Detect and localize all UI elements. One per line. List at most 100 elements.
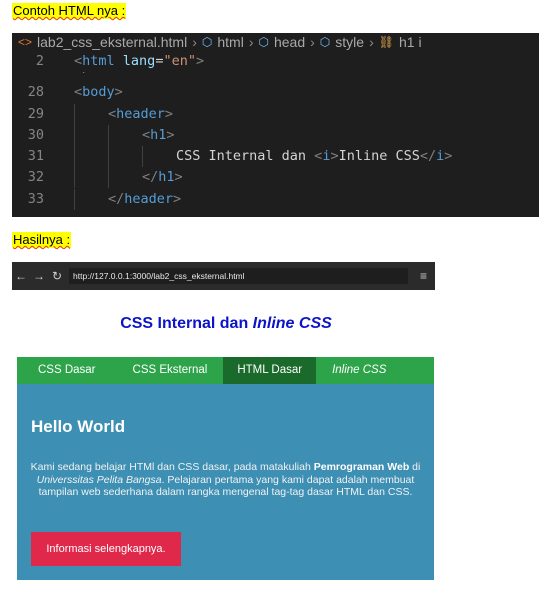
code-area[interactable]: 2 <html lang="en"> 27 </head> 28 <body> … — [12, 51, 539, 210]
hero-title: Hello World — [31, 417, 126, 436]
code-token: Inline CSS — [338, 148, 420, 165]
code-token: lang — [122, 53, 156, 69]
box-icon: ⬡ — [319, 35, 331, 49]
code-line: 29 <header> — [12, 103, 539, 125]
hero-text-bold: Pemrograman Web — [313, 461, 410, 473]
code-token: < — [108, 105, 117, 122]
code-text-peek: </head> — [44, 72, 131, 82]
hero-text-italic: Universsitas Pelita Bangsa — [36, 473, 162, 486]
arrow-left-icon[interactable]: ← — [12, 269, 30, 283]
line-number: 28 — [27, 84, 44, 101]
chevron-right-icon: › — [248, 34, 254, 50]
code-token: </ — [142, 169, 159, 186]
code-token: header — [124, 190, 174, 207]
hero-text-part: di — [409, 461, 421, 473]
breadcrumb-head[interactable]: head — [274, 34, 305, 50]
code-token: html — [82, 53, 115, 69]
html-file-icon: <> — [18, 35, 33, 49]
page-title: CSS Internal dan Inline CSS — [0, 315, 452, 333]
editor-breadcrumb: <> lab2_css_eksternal.html › ⬡ html › ⬡ … — [12, 33, 539, 51]
code-token: > — [166, 126, 175, 143]
breadcrumb-html[interactable]: html — [217, 34, 243, 50]
hero-text-part: Kami sedang belajar HTMl dan CSS dasar, … — [30, 461, 314, 473]
indent-guide — [74, 124, 108, 146]
code-token: > — [174, 169, 183, 186]
indent-guide — [74, 146, 108, 168]
code-line: 27 </head> — [12, 72, 539, 82]
arrow-right-icon[interactable]: → — [30, 269, 48, 283]
code-token: > — [173, 190, 182, 207]
example-label: Contoh HTML nya : — [12, 3, 127, 19]
line-number: 27 — [12, 72, 44, 82]
hero-text: Kami sedang belajar HTMl dan CSS dasar, … — [23, 461, 428, 499]
line-number: 33 — [27, 190, 44, 207]
code-text: </h1> — [44, 167, 183, 189]
code-token: </ — [419, 148, 437, 165]
code-token: > — [444, 148, 453, 165]
code-text: <body> — [44, 82, 123, 103]
page-title-italic: Inline CSS — [252, 315, 332, 332]
code-line: 31 CSS Internal dan <i>Inline CSS</i> — [12, 146, 539, 168]
nav-item-inline-css[interactable]: Inline CSS — [316, 357, 402, 384]
menu-icon[interactable]: ≡ — [420, 269, 427, 283]
box-icon: ⬡ — [258, 35, 269, 49]
code-line: 32 </h1> — [12, 167, 539, 189]
code-token: "en" — [163, 53, 196, 69]
nav-item-css-dasar[interactable]: CSS Dasar — [17, 357, 117, 384]
indent-guide — [74, 103, 108, 125]
line-number: 29 — [27, 105, 44, 122]
code-line: 28 <body> — [12, 82, 539, 103]
indent-guide — [108, 167, 142, 189]
code-text: </header> — [44, 188, 182, 210]
nav-item-css-eksternal[interactable]: CSS Eksternal — [117, 357, 224, 384]
code-line: 2 <html lang="en"> — [12, 51, 539, 73]
breadcrumb-h1i[interactable]: h1 i — [399, 34, 422, 50]
breadcrumb-file[interactable]: lab2_css_eksternal.html — [37, 34, 187, 50]
line-number: 2 — [35, 53, 44, 69]
code-token: < — [142, 126, 151, 143]
page-title-text: CSS Internal dan — [120, 315, 253, 332]
code-token: > — [164, 105, 174, 122]
code-token: > — [114, 84, 123, 101]
nav-item-html-dasar[interactable]: HTML Dasar — [223, 357, 317, 384]
box-icon: ⬡ — [201, 35, 213, 49]
code-text: <html lang="en"> — [44, 51, 204, 72]
code-token: header — [116, 105, 165, 122]
code-text: CSS Internal dan <i>Inline CSS</i> — [44, 146, 453, 168]
code-token: h1 — [158, 169, 175, 186]
line-number: 32 — [27, 169, 44, 186]
browser-toolbar: ← → ↻ http://127.0.0.1:3000/lab2_css_eks… — [12, 262, 435, 290]
indent-guide — [74, 167, 108, 189]
code-token: > — [330, 148, 339, 165]
result-label: Hasilnya : — [12, 232, 72, 248]
indent-guide — [108, 146, 142, 168]
code-line: 33 </header> — [12, 188, 539, 210]
code-editor: <> lab2_css_eksternal.html › ⬡ html › ⬡ … — [12, 33, 539, 217]
site-nav: CSS Dasar CSS Eksternal HTML Dasar Inlin… — [17, 357, 434, 384]
reload-icon[interactable]: ↻ — [48, 269, 66, 283]
code-token: </ — [108, 190, 125, 207]
indent-guide — [74, 188, 108, 210]
indent-guide — [108, 124, 142, 146]
line-number: 30 — [27, 126, 44, 143]
code-token: h1 — [150, 126, 167, 143]
hero-section: Hello World Kami sedang belajar HTMl dan… — [17, 384, 434, 580]
code-token: > — [195, 53, 205, 69]
code-token: CSS Internal dan — [176, 148, 315, 165]
code-text: <h1> — [44, 124, 175, 146]
code-token: body — [82, 84, 115, 101]
code-token: < — [74, 53, 83, 69]
code-line: 30 <h1> — [12, 124, 539, 146]
chevron-right-icon: › — [310, 34, 315, 50]
more-info-button[interactable]: Informasi selengkapnya. — [31, 532, 181, 566]
tag-icon: ⛓ — [378, 35, 394, 49]
indent-guide — [142, 146, 176, 168]
address-bar[interactable]: http://127.0.0.1:3000/lab2_css_eksternal… — [69, 268, 408, 284]
chevron-right-icon: › — [192, 34, 197, 50]
code-token: < — [74, 84, 83, 101]
breadcrumb-style[interactable]: style — [335, 34, 364, 50]
chevron-right-icon: › — [369, 34, 374, 50]
line-number: 31 — [27, 148, 44, 165]
code-text: <header> — [44, 103, 174, 125]
